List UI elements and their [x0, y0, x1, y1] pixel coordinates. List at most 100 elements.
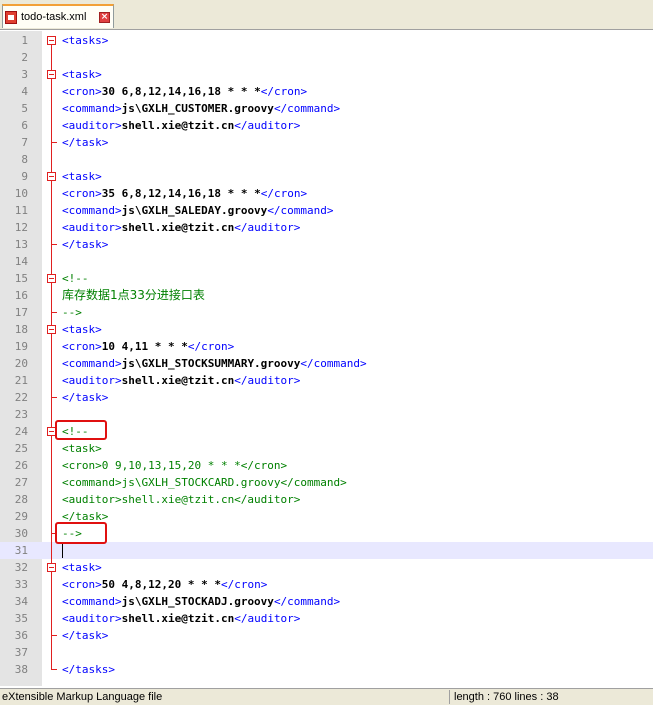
- line-number: 23: [14, 408, 28, 421]
- code-line[interactable]: 16 库存数据1点33分进接口表: [0, 287, 653, 304]
- code-line[interactable]: 26 <cron>0 9,10,13,15,20 * * *</cron>: [0, 457, 653, 474]
- code-line[interactable]: 17 -->: [0, 304, 653, 321]
- code-line[interactable]: 28 <auditor>shell.xie@tzit.cn</auditor>: [0, 491, 653, 508]
- xml-tag: </command>: [267, 204, 334, 217]
- xml-comment: <cron>0 9,10,13,15,20 * * *</cron>: [62, 459, 288, 472]
- line-number: 30: [14, 527, 28, 540]
- code-line[interactable]: 7 </task>: [0, 134, 653, 151]
- code-line[interactable]: 14: [0, 253, 653, 270]
- line-code: </tasks>: [62, 661, 115, 678]
- xml-tag: </auditor>: [234, 374, 301, 387]
- line-number: 9: [21, 170, 28, 183]
- code-line[interactable]: 35 <auditor>shell.xie@tzit.cn</auditor>: [0, 610, 653, 627]
- line-number: 10: [14, 187, 28, 200]
- xml-tag: <task>: [62, 561, 102, 574]
- code-line[interactable]: 3 <task>: [0, 66, 653, 83]
- code-line[interactable]: 8: [0, 151, 653, 168]
- line-code: <auditor>shell.xie@tzit.cn</auditor>: [62, 372, 300, 389]
- line-number: 15: [14, 272, 28, 285]
- code-line[interactable]: 12 <auditor>shell.xie@tzit.cn</auditor>: [0, 219, 653, 236]
- line-code: <command>js\GXLH_CUSTOMER.groovy</comman…: [62, 100, 340, 117]
- line-code: <command>js\GXLH_SALEDAY.groovy</command…: [62, 202, 334, 219]
- code-line[interactable]: 38 </tasks>: [0, 661, 653, 678]
- xml-tag: <command>: [62, 102, 122, 115]
- code-line[interactable]: 9 <task>: [0, 168, 653, 185]
- xml-tag: <command>: [62, 204, 122, 217]
- line-code: -->: [62, 304, 82, 321]
- line-code: <task>: [62, 66, 102, 83]
- line-number: 19: [14, 340, 28, 353]
- xml-tag: </auditor>: [234, 119, 301, 132]
- code-line[interactable]: 36 </task>: [0, 627, 653, 644]
- file-tab-todo-task[interactable]: todo-task.xml ×: [2, 4, 114, 28]
- xml-comment: <auditor>shell.xie@tzit.cn</auditor>: [62, 493, 301, 506]
- code-line[interactable]: 21 <auditor>shell.xie@tzit.cn</auditor>: [0, 372, 653, 389]
- code-line[interactable]: 20 <command>js\GXLH_STOCKSUMMARY.groovy</…: [0, 355, 653, 372]
- code-line[interactable]: 6 <auditor>shell.xie@tzit.cn</auditor>: [0, 117, 653, 134]
- code-line[interactable]: 15 <!--: [0, 270, 653, 287]
- code-line[interactable]: 22 </task>: [0, 389, 653, 406]
- line-code: <command>js\GXLH_STOCKCARD.groovy</comma…: [62, 474, 347, 491]
- code-line[interactable]: 18 <task>: [0, 321, 653, 338]
- line-code: <cron>10 4,11 * * *</cron>: [62, 338, 234, 355]
- fold-toggle-icon[interactable]: [47, 325, 56, 334]
- code-line[interactable]: 1 <tasks>: [0, 32, 653, 49]
- code-line[interactable]: 27 <command>js\GXLH_STOCKCARD.groovy</com…: [0, 474, 653, 491]
- code-line[interactable]: 10 <cron>35 6,8,12,14,16,18 * * *</cron>: [0, 185, 653, 202]
- xml-text: js\GXLH_SALEDAY.groovy: [121, 204, 268, 217]
- line-number: 25: [14, 442, 28, 455]
- fold-toggle-icon[interactable]: [47, 36, 56, 45]
- code-line[interactable]: 11 <command>js\GXLH_SALEDAY.groovy</comma…: [0, 202, 653, 219]
- status-file-type: eXtensible Markup Language file: [2, 691, 163, 703]
- line-code: <auditor>shell.xie@tzit.cn</auditor>: [62, 117, 300, 134]
- code-editor[interactable]: 1 <tasks> 2 3 <task> 4 <cron>30 6,8,12,14,16,1…: [0, 31, 653, 686]
- code-line[interactable]: 19 <cron>10 4,11 * * *</cron>: [0, 338, 653, 355]
- code-line[interactable]: 31: [0, 542, 653, 559]
- xml-tag: <tasks>: [62, 34, 109, 47]
- line-code: <!--: [62, 270, 89, 287]
- code-line[interactable]: 13 </task>: [0, 236, 653, 253]
- code-line[interactable]: 5 <command>js\GXLH_CUSTOMER.groovy</comma…: [0, 100, 653, 117]
- fold-line: [51, 45, 52, 670]
- line-code: <auditor>shell.xie@tzit.cn</auditor>: [62, 219, 300, 236]
- code-line[interactable]: 25 <task>: [0, 440, 653, 457]
- fold-end-marker: [51, 635, 57, 636]
- xml-tag: <cron>: [62, 85, 102, 98]
- code-line[interactable]: 2: [0, 49, 653, 66]
- code-line[interactable]: 4 <cron>30 6,8,12,14,16,18 * * *</cron>: [0, 83, 653, 100]
- code-line[interactable]: 34 <command>js\GXLH_STOCKADJ.groovy</comm…: [0, 593, 653, 610]
- xml-comment: -->: [62, 306, 82, 319]
- fold-toggle-icon[interactable]: [47, 70, 56, 79]
- xml-tag: </command>: [300, 357, 367, 370]
- xml-tag: </cron>: [220, 578, 268, 591]
- code-line[interactable]: 32 <task>: [0, 559, 653, 576]
- fold-toggle-icon[interactable]: [47, 274, 56, 283]
- line-code: 库存数据1点33分进接口表: [62, 287, 205, 304]
- xml-text: js\GXLH_CUSTOMER.groovy: [121, 102, 274, 115]
- xml-text: 50 4,8,12,20 * * *: [101, 578, 221, 591]
- line-code: </task>: [62, 627, 108, 644]
- line-code: </task>: [62, 236, 108, 253]
- xml-tag: <auditor>: [62, 374, 122, 387]
- line-number: 2: [21, 51, 28, 64]
- line-number: 29: [14, 510, 28, 523]
- close-icon[interactable]: ×: [99, 11, 110, 23]
- fold-toggle-icon[interactable]: [47, 172, 56, 181]
- line-number: 20: [14, 357, 28, 370]
- fold-end-marker: [51, 397, 57, 398]
- tab-filename: todo-task.xml: [21, 11, 87, 23]
- code-line[interactable]: 33 <cron>50 4,8,12,20 * * *</cron>: [0, 576, 653, 593]
- code-line[interactable]: 37: [0, 644, 653, 661]
- line-code: <command>js\GXLH_STOCKSUMMARY.groovy</co…: [62, 355, 367, 372]
- line-number: 1: [21, 34, 28, 47]
- xml-tag: </cron>: [187, 340, 235, 353]
- line-code: <cron>35 6,8,12,14,16,18 * * *</cron>: [62, 185, 307, 202]
- line-number: 16: [14, 289, 28, 302]
- xml-text: shell.xie@tzit.cn: [121, 221, 235, 234]
- line-number: 3: [21, 68, 28, 81]
- xml-tag: </auditor>: [234, 612, 301, 625]
- xml-text: shell.xie@tzit.cn: [121, 119, 235, 132]
- line-number: 22: [14, 391, 28, 404]
- xml-tag: </cron>: [260, 85, 308, 98]
- fold-toggle-icon[interactable]: [47, 563, 56, 572]
